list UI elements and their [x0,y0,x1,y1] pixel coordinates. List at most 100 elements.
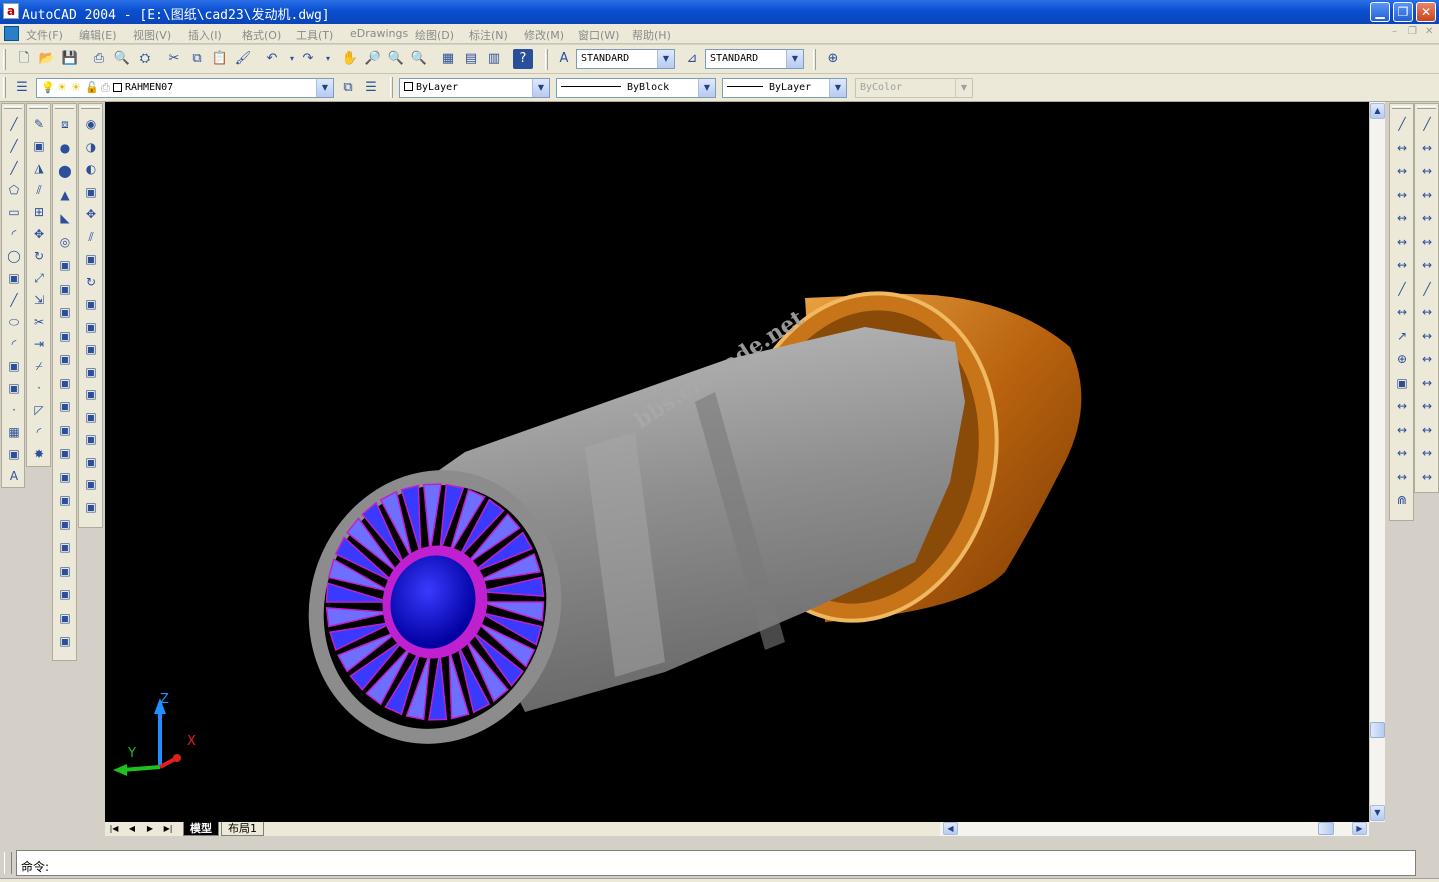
properties-icon[interactable]: ▦ [438,49,458,69]
revision-cloud-icon[interactable]: ▣ [3,268,25,289]
move-faces-icon[interactable]: ✥ [80,204,102,225]
cone-icon[interactable]: ▲ [54,185,76,206]
aligned-dim-icon[interactable]: ↔ [1391,138,1413,159]
mdi-close-button[interactable]: ✕ [1425,26,1433,37]
dim-leader-icon[interactable]: ↔ [1416,326,1438,347]
section-icon[interactable]: ▣ [54,326,76,347]
ellipse-arc-icon[interactable]: ◜ [3,334,25,355]
zoom-3d-icon[interactable]: ▣ [54,537,76,558]
copy-object-icon[interactable]: ▣ [28,136,50,157]
wedge-icon[interactable]: ◣ [54,208,76,229]
linear-dim-icon[interactable]: ╱ [1391,114,1413,135]
scroll-up-button[interactable]: ▲ [1370,103,1385,119]
minimize-button[interactable]: ▁ [1370,2,1390,22]
toolbar-grip[interactable] [3,77,6,98]
separate-icon[interactable]: ▣ [80,452,102,473]
rectangle-icon[interactable]: ▭ [3,202,25,223]
menu-help[interactable]: 帮助(H) [632,27,671,43]
menu-draw[interactable]: 绘图(D) [415,27,454,43]
dim-tolerance-icon[interactable]: ↔ [1416,349,1438,370]
text-style-icon[interactable]: A [554,49,574,69]
point-icon[interactable]: · [3,400,25,421]
lineweight-select[interactable]: ByLayer ▼ [722,78,847,98]
mtext-icon[interactable]: A [3,466,25,487]
torus-icon[interactable]: ◎ [54,232,76,253]
continue-dim-icon[interactable]: ↔ [1391,302,1413,323]
dim-edit-icon[interactable]: ↔ [1391,396,1413,417]
design-center-icon[interactable]: ▤ [461,49,481,69]
chamfer-icon[interactable]: ◸ [28,400,50,421]
materials-icon[interactable]: ▣ [54,490,76,511]
menu-file[interactable]: 文件(F) [26,27,63,43]
tolerance-icon[interactable]: ⊕ [1391,349,1413,370]
vertical-scrollbar[interactable]: ▲ ▼ [1369,102,1385,822]
erase-icon[interactable]: ✎ [28,114,50,135]
copy-icon[interactable]: ⧉ [187,49,207,69]
chevron-down-icon[interactable]: ▼ [316,79,333,97]
imprint-icon[interactable]: ▣ [80,407,102,428]
chevron-down-icon[interactable]: ▼ [829,79,846,97]
stretch-icon[interactable]: ⇲ [28,290,50,311]
last-tab-button[interactable]: ▶| [160,822,176,836]
menu-edrawings[interactable]: eDrawings [350,27,408,40]
title-bar[interactable]: a AutoCAD 2004 - [E:\图纸\cad23\发动机.dwg] ▁… [0,0,1439,24]
baseline-dim-icon[interactable]: ╱ [1391,279,1413,300]
zoom-window-icon[interactable]: 🔍 [386,49,406,69]
dim-linear-icon[interactable]: ╱ [1416,114,1438,135]
line-icon[interactable]: ╱ [3,114,25,135]
dim-continue-icon[interactable]: ↔ [1416,302,1438,323]
layer-previous-icon[interactable]: ☰ [361,78,381,98]
dim-quick-icon[interactable]: ↔ [1416,255,1438,276]
ellipse-icon[interactable]: ⬭ [3,312,25,333]
edrawings-publish-icon[interactable]: ⊕ [823,49,843,69]
dim-text-edit-icon[interactable]: ↔ [1391,420,1413,441]
next-tab-button[interactable]: ▶ [142,822,158,836]
intersect-icon[interactable]: ◐ [80,159,102,180]
zoom-previous-icon[interactable]: 🔍 [409,49,429,69]
move-icon[interactable]: ✥ [28,224,50,245]
toolbar-grip[interactable] [390,77,393,98]
color-edges-icon[interactable]: ▣ [80,384,102,405]
delete-faces-icon[interactable]: ▣ [80,249,102,270]
diameter-dim-icon[interactable]: ↔ [1391,208,1413,229]
layer-manager-icon[interactable]: ☰ [12,78,32,98]
color-select[interactable]: ByLayer ▼ [399,78,550,98]
union-icon[interactable]: ◉ [80,114,102,135]
angular-dim-icon[interactable]: ↔ [1391,232,1413,253]
dim-edit2-icon[interactable]: ↔ [1416,420,1438,441]
menu-dimension[interactable]: 标注(N) [469,27,508,43]
cut-icon[interactable]: ✂ [164,49,184,69]
print-icon[interactable]: ⎙ [89,49,109,69]
pan-icon[interactable]: ✋ [340,49,360,69]
circle-icon[interactable]: ◯ [3,246,25,267]
paste-icon[interactable]: 📋 [210,49,230,69]
toolbar-grip[interactable] [813,49,816,70]
hatch-icon[interactable]: ▦ [3,422,25,443]
scroll-left-button[interactable]: ◀ [943,822,958,835]
region-icon[interactable]: ▣ [3,444,25,465]
make-object-layer-current-icon[interactable]: ⧉ [338,78,358,98]
menu-format[interactable]: 格式(O) [242,27,281,43]
color-faces-icon[interactable]: ▣ [80,339,102,360]
dim-text-icon[interactable]: ↔ [1416,396,1438,417]
pan-3d-icon[interactable]: ▣ [54,561,76,582]
drawing-viewport[interactable]: Z Y X bbs.chinade.net [105,102,1369,822]
redo-icon[interactable]: ↷ [298,49,318,69]
camera-icon[interactable]: ▣ [54,584,76,605]
toolbar-grip[interactable] [545,49,548,70]
new-icon[interactable]: 🗋 [14,49,34,69]
preview-icon[interactable]: 🔍 [112,49,132,69]
document-icon[interactable] [4,26,19,41]
cylinder-icon[interactable]: ⬤ [54,161,76,182]
copy-edges-icon[interactable]: ▣ [80,362,102,383]
clean-icon[interactable]: ▣ [80,429,102,450]
mdi-restore-button[interactable]: ❐ [1408,26,1417,37]
dim-style-select[interactable]: STANDARD ▼ [705,49,804,69]
arc-icon[interactable]: ◜ [3,224,25,245]
mirror-icon[interactable]: ◮ [28,158,50,179]
leader-icon[interactable]: ↗ [1391,326,1413,347]
menu-window[interactable]: 窗口(W) [578,27,619,43]
restore-button[interactable]: ❐ [1393,2,1413,22]
break-at-point-icon[interactable]: · [28,378,50,399]
chevron-down-icon[interactable]: ▼ [698,79,715,97]
